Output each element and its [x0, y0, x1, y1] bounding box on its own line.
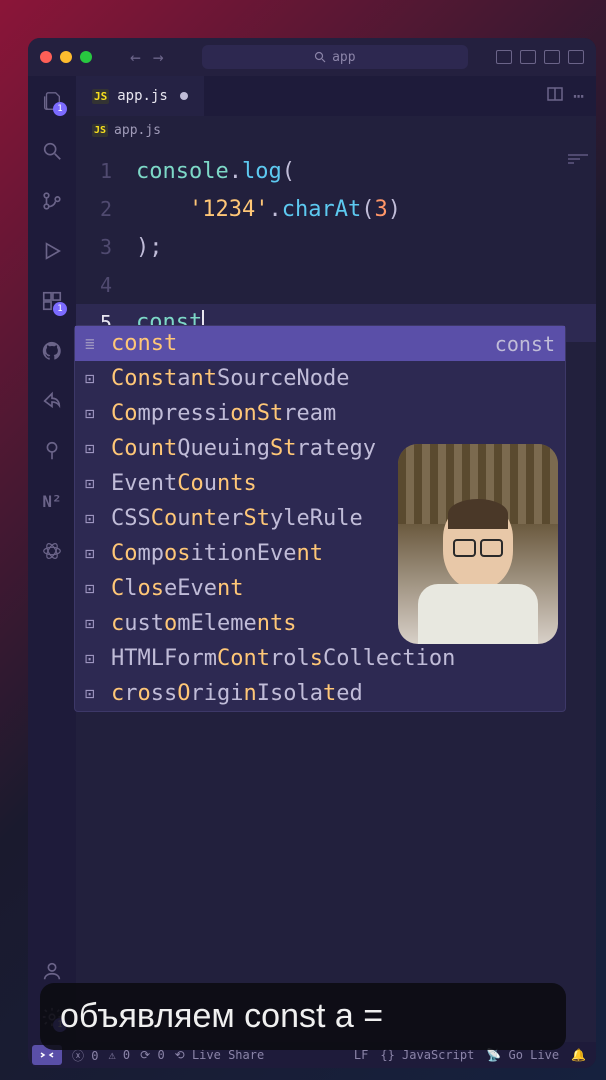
- snippet-icon: ≣: [85, 334, 103, 353]
- toggle-sidebar-button[interactable]: [496, 50, 512, 64]
- search-icon: [314, 51, 326, 63]
- tree-tab[interactable]: [39, 438, 65, 464]
- maximize-window-button[interactable]: [80, 51, 92, 63]
- explorer-badge: 1: [53, 102, 67, 116]
- customize-layout-button[interactable]: [568, 50, 584, 64]
- language-mode[interactable]: {} JavaScript: [380, 1048, 474, 1062]
- extensions-badge: 1: [53, 302, 67, 316]
- nav-back-button[interactable]: ←: [130, 47, 141, 68]
- autocomplete-label: EventCounts: [111, 471, 257, 496]
- tab-app-js[interactable]: JS app.js: [76, 76, 204, 116]
- class-icon: ⊡: [85, 474, 103, 493]
- autocomplete-item[interactable]: ⊡ HTMLFormControlsCollection: [75, 641, 565, 676]
- code-content[interactable]: console.log(: [136, 159, 295, 184]
- autocomplete-item[interactable]: ⊡ ConstantSourceNode: [75, 361, 565, 396]
- autocomplete-label: CloseEvent: [111, 576, 243, 601]
- branch-icon: [41, 190, 63, 212]
- user-icon: [41, 960, 63, 982]
- class-icon: ⊡: [85, 404, 103, 423]
- github-tab[interactable]: [39, 338, 65, 364]
- line-number: 1: [76, 159, 136, 183]
- code-content[interactable]: '1234'.charAt(3): [136, 197, 401, 222]
- account-button[interactable]: [39, 958, 65, 984]
- class-icon: ⊡: [85, 439, 103, 458]
- share-icon: [41, 390, 63, 412]
- minimap[interactable]: [568, 154, 588, 168]
- play-icon: [41, 240, 63, 262]
- tab-label: app.js: [117, 88, 168, 104]
- close-window-button[interactable]: [40, 51, 52, 63]
- split-editor-button[interactable]: [547, 86, 563, 102]
- dirty-indicator-icon: [180, 92, 188, 100]
- code-line[interactable]: 2 '1234'.charAt(3): [76, 190, 596, 228]
- tree-icon: [41, 440, 63, 462]
- autocomplete-item[interactable]: ⊡ CompressionStream: [75, 396, 565, 431]
- extensions-tab[interactable]: 1: [39, 288, 65, 314]
- autocomplete-item[interactable]: ⊡ crossOriginIsolated: [75, 676, 565, 711]
- eol-indicator[interactable]: LF: [354, 1048, 368, 1062]
- layout-controls: [496, 50, 584, 64]
- js-file-icon: JS: [92, 124, 108, 137]
- search-placeholder: app: [332, 50, 355, 65]
- run-debug-tab[interactable]: [39, 238, 65, 264]
- code-line[interactable]: 1console.log(: [76, 152, 596, 190]
- notifications-button[interactable]: 🔔: [571, 1048, 586, 1062]
- class-icon: ⊡: [85, 579, 103, 598]
- webcam-overlay: [398, 444, 558, 644]
- scm-tab[interactable]: [39, 188, 65, 214]
- line-number: 3: [76, 235, 136, 259]
- code-line[interactable]: 3);: [76, 228, 596, 266]
- toggle-secondary-button[interactable]: [544, 50, 560, 64]
- breadcrumb-path: app.js: [114, 123, 161, 138]
- nav-arrows: ← →: [130, 47, 164, 68]
- autocomplete-label: CompositionEvent: [111, 541, 323, 566]
- more-actions-button[interactable]: ⋯: [573, 86, 584, 107]
- share-tab[interactable]: [39, 388, 65, 414]
- activity-bar: 1 1 N²: [28, 76, 76, 1042]
- autocomplete-label: CSSCounterStyleRule: [111, 506, 363, 531]
- line-number: 2: [76, 197, 136, 221]
- search-tab[interactable]: [39, 138, 65, 164]
- warnings-count[interactable]: ⚠ 0: [108, 1048, 130, 1062]
- autocomplete-item[interactable]: ≣ const const: [75, 326, 565, 361]
- class-icon: ⊡: [85, 684, 103, 703]
- toggle-panel-button[interactable]: [520, 50, 536, 64]
- class-icon: ⊡: [85, 649, 103, 668]
- liveshare-button[interactable]: ⟲ Live Share: [175, 1048, 265, 1062]
- nav-forward-button[interactable]: →: [153, 47, 164, 68]
- code-line[interactable]: 4: [76, 266, 596, 304]
- class-icon: ⊡: [85, 509, 103, 528]
- breadcrumbs[interactable]: JS app.js: [76, 116, 596, 144]
- magnify-icon: [41, 140, 63, 162]
- remote-icon: [40, 1049, 54, 1061]
- autocomplete-label: HTMLFormControlsCollection: [111, 646, 455, 671]
- tabs-bar: JS app.js ⋯: [76, 76, 596, 116]
- atom-icon: [41, 540, 63, 562]
- n2-tab[interactable]: N²: [39, 488, 65, 514]
- traffic-lights: [40, 51, 92, 63]
- subtitle-caption: объявляем const a =: [40, 983, 566, 1050]
- n2-icon: N²: [42, 492, 61, 511]
- explorer-tab[interactable]: 1: [39, 88, 65, 114]
- autocomplete-label: customElements: [111, 611, 296, 636]
- line-number: 4: [76, 273, 136, 297]
- code-content[interactable]: );: [136, 235, 163, 260]
- class-icon: ⊡: [85, 544, 103, 563]
- port-count[interactable]: ⟳ 0: [140, 1048, 165, 1062]
- command-search-input[interactable]: app: [202, 45, 468, 69]
- autocomplete-label: CompressionStream: [111, 401, 336, 426]
- class-icon: ⊡: [85, 614, 103, 633]
- golive-button[interactable]: 📡 Go Live: [486, 1048, 559, 1062]
- minimize-window-button[interactable]: [60, 51, 72, 63]
- atom-tab[interactable]: [39, 538, 65, 564]
- titlebar: ← → app: [28, 38, 596, 76]
- autocomplete-label: crossOriginIsolated: [111, 681, 363, 706]
- autocomplete-label: const: [111, 331, 177, 356]
- autocomplete-label: ConstantSourceNode: [111, 366, 349, 391]
- github-icon: [41, 340, 63, 362]
- autocomplete-label: CountQueuingStrategy: [111, 436, 376, 461]
- js-file-icon: JS: [92, 89, 109, 104]
- class-icon: ⊡: [85, 369, 103, 388]
- autocomplete-hint: const: [495, 332, 555, 356]
